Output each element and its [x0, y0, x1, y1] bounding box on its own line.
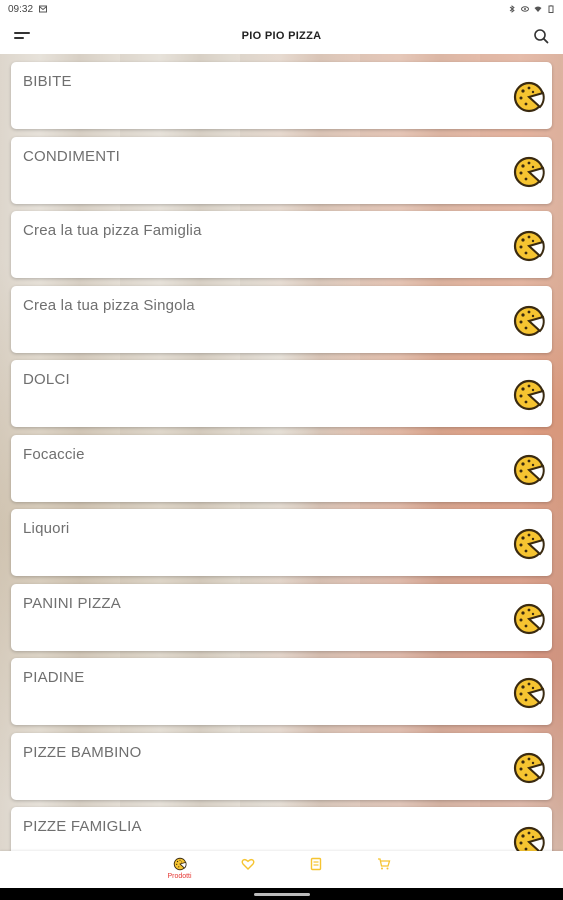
- tab-label: Prodotti: [167, 873, 192, 880]
- notification-icon: [39, 5, 48, 13]
- category-card[interactable]: PIADINE: [11, 658, 552, 725]
- category-card[interactable]: CONDIMENTI: [11, 136, 552, 204]
- category-label: Crea la tua pizza Singola: [23, 296, 195, 314]
- category-card[interactable]: Crea la tua pizza Famiglia: [11, 211, 552, 278]
- pizza-icon: [513, 677, 545, 709]
- pizza-icon: [513, 379, 545, 411]
- wifi-icon: [534, 6, 542, 12]
- category-list: BIBITE CONDIMENTI Crea la tua pizza Fami…: [11, 62, 552, 851]
- category-card[interactable]: PIZZE FAMIGLIA: [11, 807, 552, 851]
- category-list-area: BIBITE CONDIMENTI Crea la tua pizza Fami…: [0, 54, 563, 851]
- category-card[interactable]: DOLCI: [11, 360, 552, 427]
- cart-icon: [377, 858, 390, 870]
- category-label: DOLCI: [23, 371, 70, 388]
- search-icon[interactable]: [531, 26, 551, 46]
- category-label: BIBITE: [23, 73, 72, 90]
- category-label: PANINI PIZZA: [23, 594, 121, 612]
- category-card[interactable]: PIZZE BAMBINO: [11, 732, 552, 800]
- bottom-navigation: Prodotti: [0, 851, 563, 888]
- pizza-icon: [513, 156, 545, 187]
- pizza-icon: [513, 230, 545, 262]
- tab-favorites[interactable]: [214, 851, 282, 888]
- pizza-icon: [513, 454, 545, 485]
- category-label: PIADINE: [23, 669, 85, 686]
- pizza-icon: [173, 857, 187, 871]
- pizza-icon: [513, 305, 545, 336]
- eye-icon: [521, 6, 529, 12]
- category-label: PIZZE BAMBINO: [23, 743, 142, 761]
- category-label: Liquori: [23, 520, 70, 537]
- status-bar: 09:32: [0, 0, 563, 18]
- pizza-icon: [513, 603, 545, 634]
- category-card[interactable]: Crea la tua pizza Singola: [11, 285, 552, 353]
- page-title: PIO PIO PIZZA: [241, 30, 322, 42]
- category-label: CONDIMENTI: [23, 147, 120, 165]
- battery-icon: [548, 5, 554, 13]
- category-card[interactable]: BIBITE: [11, 62, 552, 129]
- menu-icon[interactable]: [12, 28, 32, 44]
- category-label: Focaccie: [23, 445, 85, 463]
- tab-prodotti[interactable]: Prodotti: [146, 851, 214, 888]
- system-navigation-bar: [0, 888, 563, 900]
- heart-icon: [241, 858, 254, 870]
- receipt-icon: [310, 857, 321, 871]
- pizza-icon: [513, 528, 545, 560]
- category-card[interactable]: PANINI PIZZA: [11, 583, 552, 651]
- home-handle[interactable]: [254, 893, 310, 896]
- bluetooth-icon: [509, 5, 515, 13]
- status-time: 09:32: [8, 3, 34, 15]
- tab-cart[interactable]: [350, 851, 418, 888]
- pizza-icon: [513, 826, 545, 851]
- category-label: PIZZE FAMIGLIA: [23, 818, 142, 835]
- category-label: Crea la tua pizza Famiglia: [23, 222, 202, 239]
- pizza-icon: [513, 81, 545, 113]
- tab-orders[interactable]: [282, 851, 350, 888]
- app-bar: PIO PIO PIZZA: [0, 18, 563, 54]
- pizza-icon: [513, 752, 545, 783]
- category-card[interactable]: Liquori: [11, 509, 552, 576]
- category-card[interactable]: Focaccie: [11, 434, 552, 502]
